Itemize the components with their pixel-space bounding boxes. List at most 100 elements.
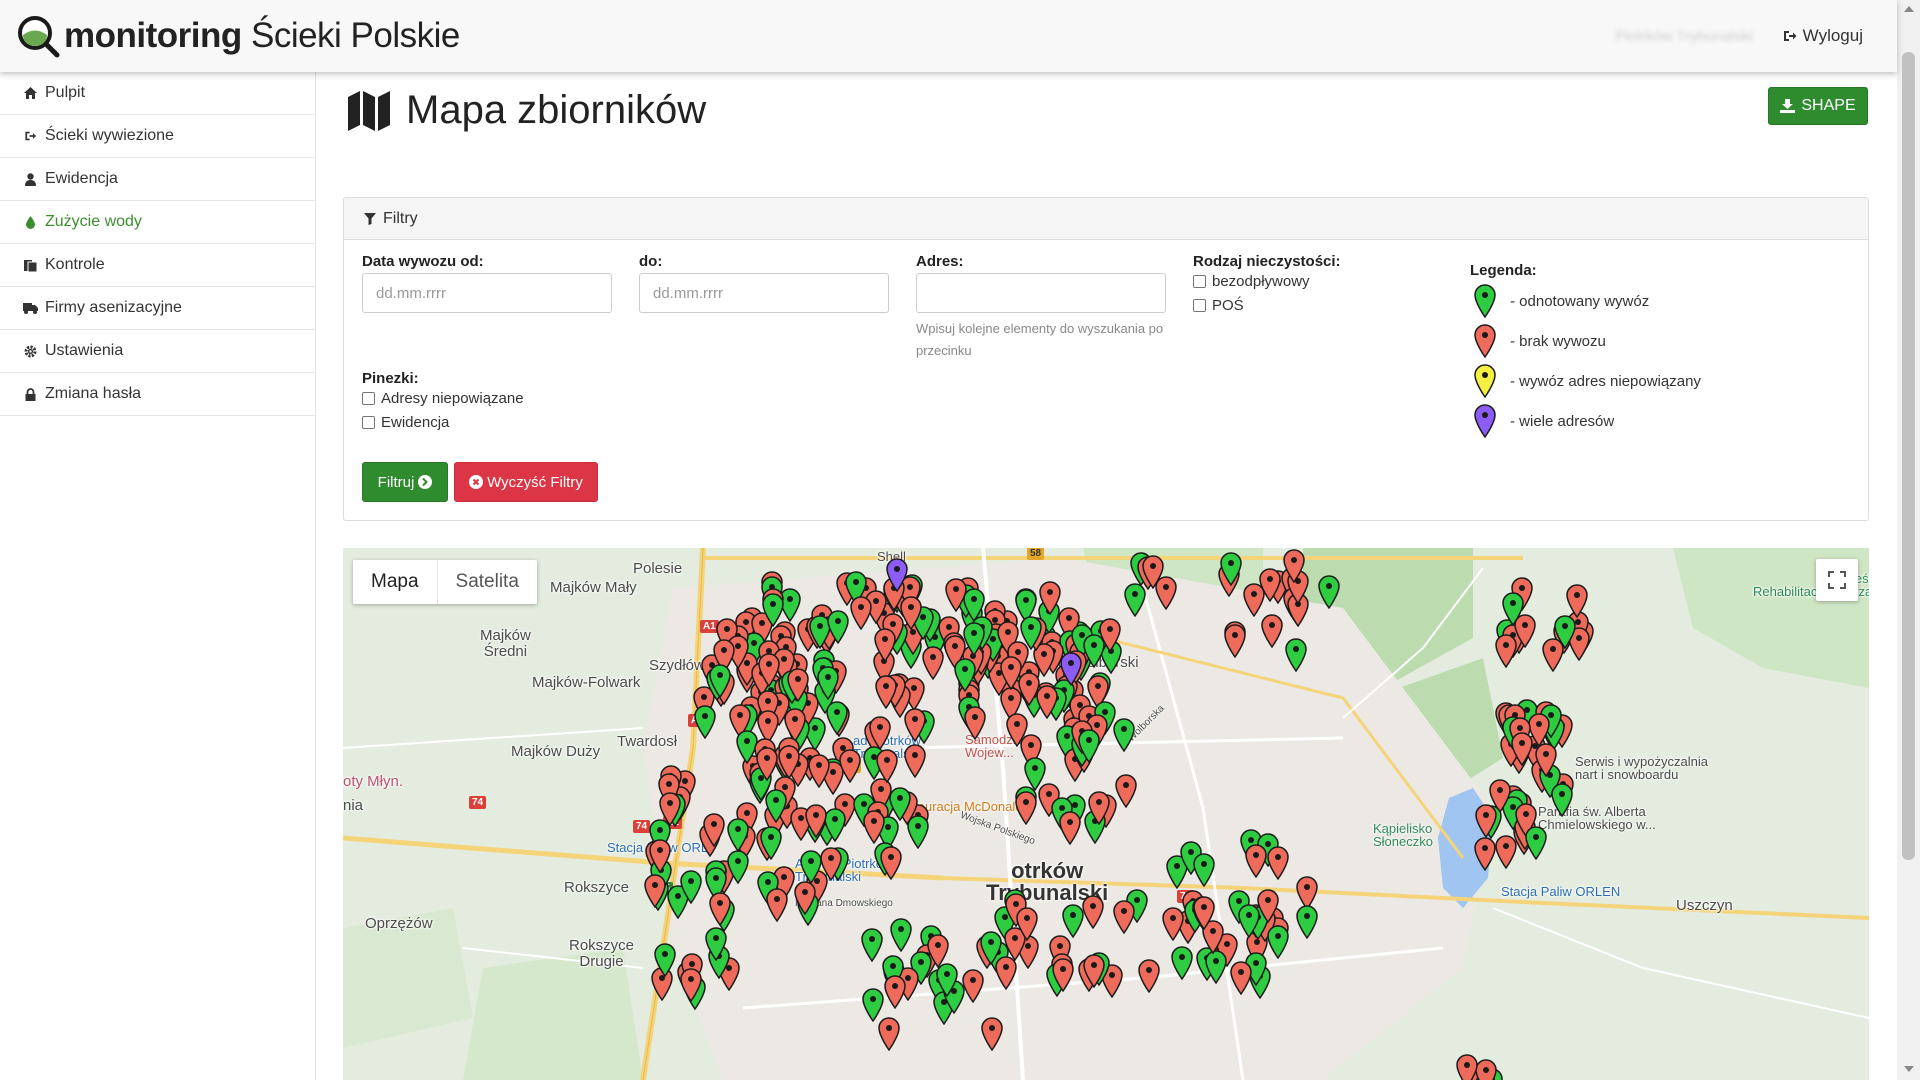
map-pin[interactable] — [875, 675, 897, 709]
map-pin[interactable] — [758, 653, 780, 687]
map-pin[interactable] — [1113, 900, 1135, 934]
map-pin[interactable] — [878, 1017, 900, 1051]
map-pin[interactable] — [874, 628, 896, 662]
map-pin[interactable] — [861, 928, 883, 962]
map-pin[interactable] — [1000, 656, 1022, 690]
map-pin[interactable] — [1024, 757, 1046, 791]
map-pin[interactable] — [980, 931, 1002, 965]
map-pin[interactable] — [824, 808, 846, 842]
map-pin[interactable] — [1083, 954, 1105, 988]
map-pin[interactable] — [936, 963, 958, 997]
map-pin[interactable] — [886, 558, 908, 592]
map-pin[interactable] — [680, 870, 702, 904]
map-pin[interactable] — [954, 658, 976, 692]
map-pin[interactable] — [1220, 552, 1242, 586]
map-pin[interactable] — [1511, 732, 1533, 766]
map-pin[interactable] — [766, 888, 788, 922]
map-pin[interactable] — [962, 969, 984, 1003]
map-pin[interactable] — [1283, 549, 1305, 583]
map-pin[interactable] — [1036, 685, 1058, 719]
map-pin[interactable] — [1257, 889, 1279, 923]
map-pin[interactable] — [1155, 576, 1177, 610]
username[interactable]: Piotrków Trybunalski — [1615, 28, 1753, 45]
pollution-checkbox-bezodplywowy[interactable]: bezodpływowy — [1193, 273, 1310, 290]
map-pin[interactable] — [1039, 581, 1061, 615]
map-pin[interactable] — [904, 744, 926, 778]
map-pin[interactable] — [727, 850, 749, 884]
filters-header[interactable]: Filtry — [344, 198, 1868, 240]
map-pin[interactable] — [884, 975, 906, 1009]
map-type-map-button[interactable]: Mapa — [353, 560, 438, 604]
sidebar-item-scieki-wywiezione[interactable]: Ścieki wywiezione — [0, 115, 315, 158]
map-pin[interactable] — [826, 701, 848, 735]
map-pin[interactable] — [964, 706, 986, 740]
map-pin[interactable] — [680, 968, 702, 1002]
date-from-input[interactable]: dd.mm.rrrr — [362, 273, 612, 313]
map-type-control[interactable]: Mapa Satelita — [353, 560, 537, 604]
map-pin[interactable] — [800, 850, 822, 884]
clear-filters-button[interactable]: Wyczyść Filtry — [454, 462, 598, 502]
map-pin[interactable] — [890, 918, 912, 952]
map-pin[interactable] — [963, 622, 985, 656]
map-pin[interactable] — [1062, 904, 1084, 938]
map-pin[interactable] — [1193, 896, 1215, 930]
map-pin[interactable] — [709, 892, 731, 926]
map-pin[interactable] — [1245, 844, 1267, 878]
map-pin[interactable] — [1456, 1054, 1478, 1080]
map-pin[interactable] — [869, 716, 891, 750]
map-pin[interactable] — [1162, 907, 1184, 941]
map-pin[interactable] — [778, 745, 800, 779]
scroll-up-arrow-icon[interactable] — [1904, 6, 1914, 12]
map-pin[interactable] — [694, 705, 716, 739]
map-pin[interactable] — [1285, 638, 1307, 672]
map-pin[interactable] — [1138, 959, 1160, 993]
map-pin[interactable] — [654, 943, 676, 977]
map-pin[interactable] — [904, 708, 926, 742]
sidebar-item-zmiana-hasla[interactable]: Zmiana hasła — [0, 373, 315, 416]
map-pin[interactable] — [922, 646, 944, 680]
filter-button[interactable]: Filtruj — [362, 462, 448, 502]
map-pin[interactable] — [1475, 1059, 1497, 1080]
map-pin[interactable] — [1525, 826, 1547, 860]
map-pin[interactable] — [900, 596, 922, 630]
map-pin[interactable] — [1099, 618, 1121, 652]
map-pin[interactable] — [727, 818, 749, 852]
map-pin[interactable] — [794, 881, 816, 915]
address-input[interactable] — [916, 273, 1166, 313]
map-pin[interactable] — [1495, 835, 1517, 869]
map-pin[interactable] — [839, 749, 861, 783]
checkbox[interactable] — [362, 416, 375, 429]
map-pin[interactable] — [1554, 615, 1576, 649]
map-pin[interactable] — [644, 874, 666, 908]
sidebar-item-pulpit[interactable]: Pulpit — [0, 72, 315, 115]
map-pin[interactable] — [703, 813, 725, 847]
map-pin[interactable] — [820, 847, 842, 881]
date-to-input[interactable]: dd.mm.rrrr — [639, 273, 889, 313]
map-pin[interactable] — [1059, 811, 1081, 845]
map-pin[interactable] — [1230, 961, 1252, 995]
scroll-down-arrow-icon[interactable] — [1904, 1066, 1914, 1072]
map-pin[interactable] — [1060, 652, 1082, 686]
map-pin[interactable] — [659, 792, 681, 826]
sidebar-item-ustawienia[interactable]: Ustawienia — [0, 330, 315, 373]
map-pin[interactable] — [649, 839, 671, 873]
map-pin[interactable] — [863, 810, 885, 844]
sidebar-item-zuzycie-wody[interactable]: Zużycie wody — [0, 201, 315, 244]
pins-checkbox-ewidencja[interactable]: Ewidencja — [362, 414, 449, 431]
map-pin[interactable] — [1261, 614, 1283, 648]
map-pin[interactable] — [1171, 946, 1193, 980]
map-pin[interactable] — [1088, 791, 1110, 825]
map-pin[interactable] — [1016, 907, 1038, 941]
map-pin[interactable] — [760, 826, 782, 860]
map-pin[interactable] — [1238, 904, 1260, 938]
map-pin[interactable] — [762, 593, 784, 627]
sidebar-item-kontrole[interactable]: Kontrole — [0, 244, 315, 287]
page-scrollbar[interactable] — [1897, 0, 1920, 1080]
checkbox[interactable] — [362, 392, 375, 405]
app-logo[interactable]: monitoring Ścieki Polskie — [16, 14, 460, 58]
pins-checkbox-adresy-niepowiazane[interactable]: Adresy niepowiązane — [362, 390, 524, 407]
map-pin[interactable] — [756, 747, 778, 781]
fullscreen-button[interactable] — [1816, 559, 1858, 601]
map-pin[interactable] — [1318, 575, 1340, 609]
map-pin[interactable] — [880, 846, 902, 880]
